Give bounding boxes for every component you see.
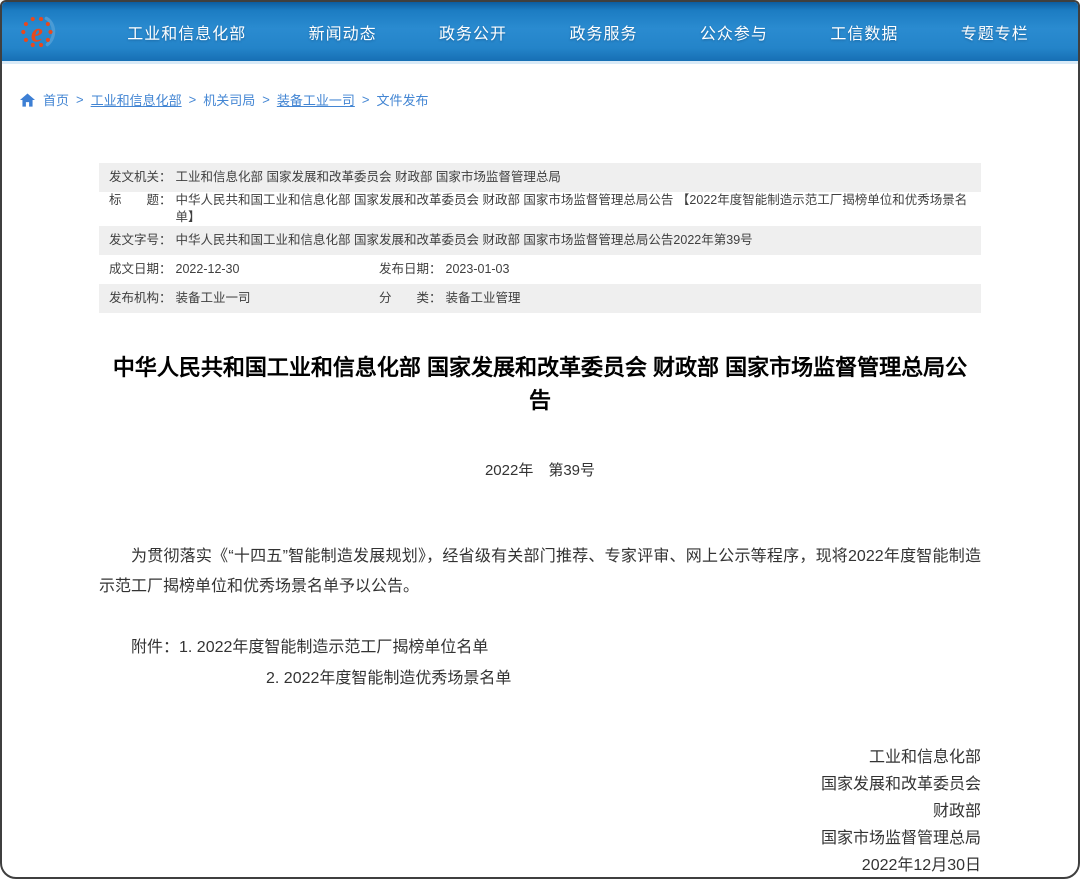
meta-value: 装备工业管理 (445, 291, 521, 305)
signature-block: 工业和信息化部 国家发展和改革委员会 财政部 国家市场监督管理总局 2022年1… (99, 744, 981, 877)
meta-label: 标 题： (109, 193, 172, 207)
svg-text:e: e (31, 17, 43, 47)
meta-value: 2023-01-03 (445, 262, 510, 276)
meta-label: 发布日期： (379, 262, 442, 276)
breadcrumb-item-equipment-dept[interactable]: 装备工业一司 (277, 90, 355, 109)
breadcrumb-item-home[interactable]: 首页 (43, 90, 69, 109)
attachment-item-2: 2. 2022年度智能制造优秀场景名单 (266, 670, 512, 687)
meta-value: 中华人民共和国工业和信息化部 国家发展和改革委员会 财政部 国家市场监督管理总局… (175, 233, 753, 247)
nav-item-gov-open[interactable]: 政务公开 (439, 20, 507, 44)
breadcrumb-item-documents[interactable]: 文件发布 (376, 90, 428, 109)
meta-label: 成文日期： (109, 262, 172, 276)
breadcrumb-separator: > (262, 92, 270, 107)
attachment-line-1: 附件：1. 2022年度智能制造示范工厂揭榜单位名单 (99, 632, 981, 663)
attachments-list: 附件：1. 2022年度智能制造示范工厂揭榜单位名单 2. 2022年度智能制造… (99, 632, 981, 694)
signature-line: 工业和信息化部 (868, 749, 981, 766)
signature-line: 国家市场监督管理总局 (820, 830, 981, 847)
signature-line: 国家发展和改革委员会 (820, 776, 981, 793)
breadcrumb-item-miit[interactable]: 工业和信息化部 (91, 90, 182, 109)
nav-item-public[interactable]: 公众参与 (700, 20, 768, 44)
meta-value: 2022-12-30 (175, 262, 240, 276)
breadcrumb-separator: > (188, 92, 197, 107)
attachments-label: 附件： (131, 639, 180, 656)
nav-menu: 工业和信息化部 新闻动态 政务公开 政务服务 公众参与 工信数据 专题专栏 (60, 20, 1064, 44)
meta-value: 中华人民共和国工业和信息化部 国家发展和改革委员会 财政部 国家市场监督管理总局… (175, 193, 968, 224)
meta-row-issuing-agency: 发文机关： 工业和信息化部 国家发展和改革委员会 财政部 国家市场监督管理总局 (99, 163, 981, 192)
breadcrumb: 首页 > 工业和信息化部 > 机关司局 > 装备工业一司 > 文件发布 (20, 90, 1078, 109)
top-nav: e 工业和信息化部 新闻动态 政务公开 政务服务 公众参与 工信数据 专题专栏 (2, 2, 1078, 64)
meta-value: 工业和信息化部 国家发展和改革委员会 财政部 国家市场监督管理总局 (175, 170, 561, 184)
breadcrumb-separator: > (361, 92, 370, 107)
issue-number: 2022年 第39号 (484, 462, 596, 479)
nav-item-gov-service[interactable]: 政务服务 (569, 20, 637, 44)
home-icon[interactable] (20, 92, 35, 107)
meta-row-doc-number: 发文字号： 中华人民共和国工业和信息化部 国家发展和改革委员会 财政部 国家市场… (99, 226, 981, 255)
meta-value: 装备工业一司 (175, 291, 251, 305)
signature-date: 2022年12月30日 (861, 857, 981, 874)
attachment-item-1: 1. 2022年度智能制造示范工厂揭榜单位名单 (179, 639, 489, 656)
miit-logo-icon[interactable]: e (18, 9, 60, 55)
breadcrumb-separator: > (76, 92, 84, 107)
breadcrumb-item-departments[interactable]: 机关司局 (203, 90, 255, 109)
document-paragraph: 为贯彻落实《“十四五”智能制造发展规划》，经省级有关部门推荐、专家评审、网上公示… (99, 548, 981, 595)
meta-row-publisher: 发布机构： 装备工业一司 分 类： 装备工业管理 (99, 284, 981, 313)
meta-label: 发文字号： (109, 233, 172, 247)
nav-item-news[interactable]: 新闻动态 (309, 20, 377, 44)
meta-row-dates: 成文日期： 2022-12-30 发布日期： 2023-01-03 (99, 255, 981, 284)
meta-row-title: 标 题： 中华人民共和国工业和信息化部 国家发展和改革委员会 财政部 国家市场监… (99, 192, 981, 226)
document-content: 发文机关： 工业和信息化部 国家发展和改革委员会 财政部 国家市场监督管理总局 … (99, 163, 981, 877)
nav-item-home[interactable]: 工业和信息化部 (127, 20, 246, 44)
document-title: 中华人民共和国工业和信息化部 国家发展和改革委员会 财政部 国家市场监督管理总局… (112, 355, 968, 413)
nav-item-special[interactable]: 专题专栏 (961, 20, 1029, 44)
document-meta-table: 发文机关： 工业和信息化部 国家发展和改革委员会 财政部 国家市场监督管理总局 … (99, 163, 981, 313)
meta-label: 分 类： (379, 291, 442, 305)
meta-label: 发文机关： (109, 170, 172, 184)
meta-label: 发布机构： (109, 291, 172, 305)
signature-line: 财政部 (932, 803, 981, 820)
page: e 工业和信息化部 新闻动态 政务公开 政务服务 公众参与 工信数据 专题专栏 … (0, 0, 1080, 879)
nav-item-data[interactable]: 工信数据 (830, 20, 898, 44)
